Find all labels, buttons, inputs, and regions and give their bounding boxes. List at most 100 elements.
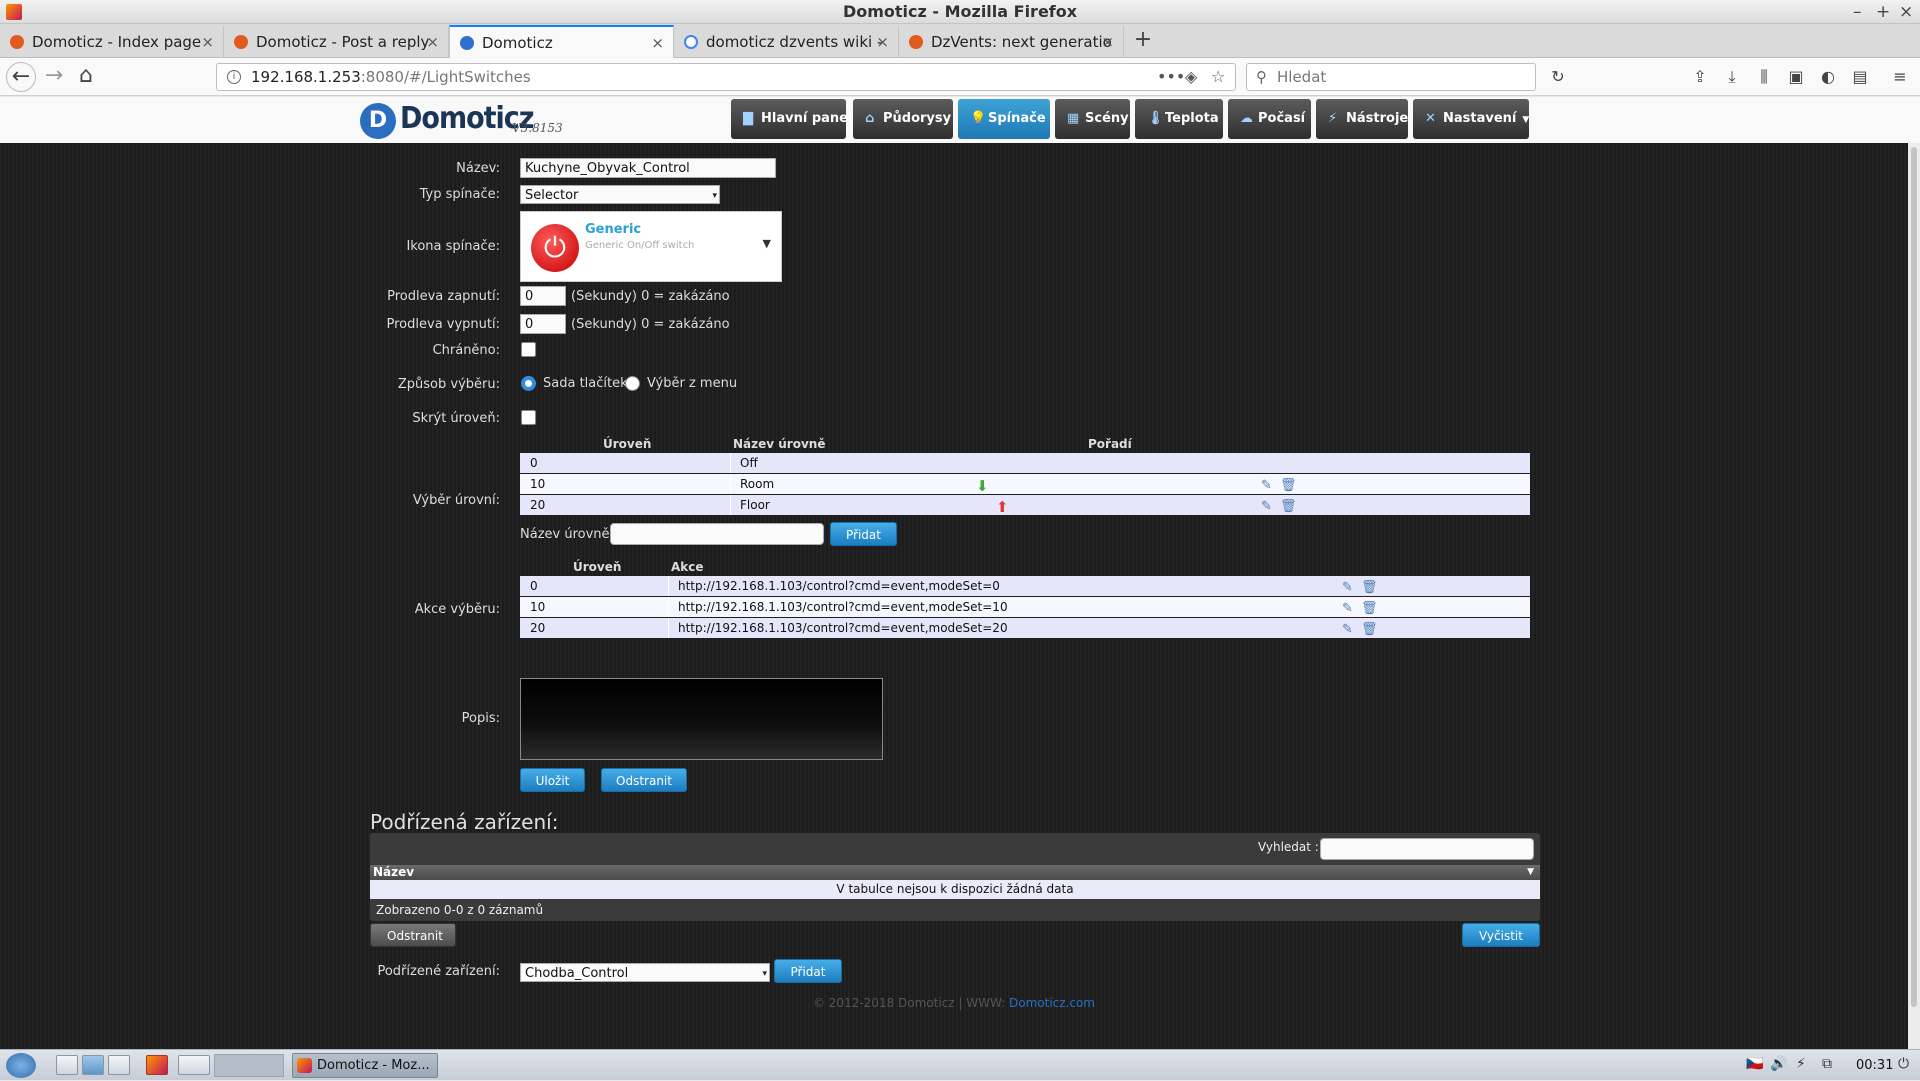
reload-icon[interactable]: ↻ <box>1545 63 1571 91</box>
switch-type-select[interactable]: Selector ▾ <box>520 185 720 204</box>
library-icon[interactable]: ⫼ <box>1751 63 1777 91</box>
add-subdevice-button[interactable]: Přidat <box>774 959 842 983</box>
footer-link[interactable]: Domoticz.com <box>1009 996 1095 1010</box>
trash-icon[interactable]: 🗑 <box>1361 620 1378 640</box>
scrollbar-thumb[interactable] <box>1911 147 1917 1007</box>
table-row[interactable]: 0 Off <box>520 453 1530 473</box>
pocket-icon[interactable]: ◈ <box>1185 64 1197 90</box>
minimize-button[interactable]: – <box>1853 0 1862 24</box>
domoticz-favicon-icon <box>10 35 24 49</box>
tab-domoticz-active[interactable]: Domoticz × <box>449 25 674 59</box>
maximize-button[interactable]: + <box>1876 0 1890 24</box>
window-titlebar: Domoticz - Mozilla Firefox – + × <box>0 0 1920 24</box>
window-icon[interactable] <box>108 1055 130 1075</box>
name-input[interactable]: Kuchyne_Obyvak_Control <box>520 158 776 178</box>
site-info-icon[interactable]: i <box>227 70 241 84</box>
new-tab-button[interactable]: + <box>1128 24 1158 58</box>
level-value: 0 <box>530 456 538 470</box>
hamburger-menu-icon[interactable]: ≡ <box>1887 63 1913 91</box>
addon-icon[interactable]: ▤ <box>1847 63 1873 91</box>
table-row[interactable]: 20 Floor ⬆ ✎ 🗑 <box>520 495 1530 517</box>
menu-settings[interactable]: ✕ Nastavení ▼ <box>1413 99 1529 139</box>
table-row[interactable]: 20 http://192.168.1.103/control?cmd=even… <box>520 618 1530 638</box>
page-scrollbar[interactable] <box>1908 143 1920 1049</box>
menu-dashboard[interactable]: ▇ Hlavní panel <box>731 99 852 139</box>
terminal-icon[interactable] <box>178 1055 210 1075</box>
move-up-arrow-icon[interactable]: ⬆ <box>996 497 1009 517</box>
shutdown-icon[interactable]: ⏻ <box>1898 1056 1909 1072</box>
level-name-input[interactable] <box>610 523 824 545</box>
tab-post-reply[interactable]: Domoticz - Post a reply × <box>224 26 449 58</box>
extension-icon[interactable]: ◐ <box>1815 63 1841 91</box>
edit-pencil-icon[interactable]: ✎ <box>1342 599 1353 619</box>
hide-level-checkbox[interactable] <box>521 410 536 425</box>
start-menu-icon[interactable] <box>6 1053 36 1078</box>
subdevice-select[interactable]: Chodba_Control ▾ <box>520 963 770 982</box>
subdevices-delete-button[interactable]: Odstranit <box>370 923 456 947</box>
tab-domoticz-index[interactable]: Domoticz - Index page × <box>0 26 224 58</box>
subdevices-search-input[interactable] <box>1320 838 1534 860</box>
subdevices-column-name[interactable]: Název ▼ <box>370 865 1540 880</box>
taskbar-firefox-task[interactable]: Domoticz - Moz... <box>292 1053 438 1078</box>
description-textarea[interactable] <box>520 678 883 760</box>
close-tab-icon[interactable]: × <box>1101 26 1114 58</box>
menu-temperature[interactable]: 🌡Teplota <box>1135 99 1223 139</box>
download-icon[interactable]: ⤓ <box>1719 63 1745 91</box>
search-input[interactable]: ⚲ Hledat <box>1246 63 1536 91</box>
trash-icon[interactable]: 🗑 <box>1280 476 1297 496</box>
close-tab-icon[interactable]: × <box>876 26 889 58</box>
select-mode-menu-radio[interactable] <box>625 376 640 391</box>
select-mode-buttons-radio[interactable] <box>521 376 536 391</box>
menu-weather[interactable]: ☁ Počasí <box>1228 99 1311 139</box>
protected-checkbox[interactable] <box>521 342 536 357</box>
edit-pencil-icon[interactable]: ✎ <box>1342 620 1353 640</box>
save-button[interactable]: Uložit <box>520 768 585 792</box>
tools-icon: ⚡ <box>1328 111 1338 126</box>
volume-icon[interactable]: 🔊 <box>1770 1056 1787 1072</box>
edit-pencil-icon[interactable]: ✎ <box>1261 476 1272 496</box>
trash-icon[interactable]: 🗑 <box>1280 497 1297 517</box>
table-row[interactable]: 10 http://192.168.1.103/control?cmd=even… <box>520 597 1530 617</box>
tab-label: Domoticz - Index page <box>32 33 202 51</box>
edit-pencil-icon[interactable]: ✎ <box>1342 578 1353 598</box>
action-url: http://192.168.1.103/control?cmd=event,m… <box>678 621 1008 635</box>
home-button[interactable]: ⌂ <box>72 63 100 91</box>
move-down-arrow-icon[interactable]: ⬇ <box>976 476 989 496</box>
delete-device-button[interactable]: Odstranit <box>601 768 687 792</box>
add-level-button[interactable]: Přidat <box>830 522 897 546</box>
page-actions-icon[interactable]: ••• <box>1157 64 1185 90</box>
back-button[interactable]: ← <box>6 62 36 92</box>
network-icon[interactable]: ⧉ <box>1822 1056 1832 1072</box>
table-row[interactable]: 10 Room ⬇ ✎ 🗑 <box>520 474 1530 496</box>
trash-icon[interactable]: 🗑 <box>1361 599 1378 619</box>
flag-czech-icon[interactable]: 🇨🇿 <box>1746 1056 1763 1072</box>
on-delay-input[interactable]: 0 <box>520 286 566 306</box>
close-tab-icon[interactable]: × <box>426 26 439 58</box>
switch-icon-select[interactable]: Generic Generic On/Off switch ▼ <box>520 211 782 282</box>
table-row[interactable]: 0 http://192.168.1.103/control?cmd=event… <box>520 576 1530 596</box>
close-tab-icon[interactable]: × <box>201 26 214 58</box>
trash-icon[interactable]: 🗑 <box>1361 578 1378 598</box>
sidebar-icon[interactable]: ▣ <box>1783 63 1809 91</box>
menu-utility[interactable]: ⚡ Nástroje <box>1316 99 1408 139</box>
bookmark-star-icon[interactable]: ☆ <box>1211 64 1225 90</box>
domoticz-logo-icon: D <box>360 103 396 139</box>
menu-switches[interactable]: 💡 Spínače <box>958 99 1050 139</box>
show-desktop-icon[interactable] <box>56 1055 78 1075</box>
edit-pencil-icon[interactable]: ✎ <box>1261 497 1272 517</box>
off-delay-input[interactable]: 0 <box>520 314 566 334</box>
reader-icon[interactable]: ⇪ <box>1687 63 1713 91</box>
power-indicator-icon[interactable]: ⚡ <box>1796 1056 1806 1072</box>
file-manager-icon[interactable] <box>82 1055 104 1075</box>
url-bar[interactable]: i 192.168.1.253:8080/#/LightSwitches •••… <box>216 63 1236 91</box>
close-tab-icon[interactable]: × <box>651 27 664 59</box>
close-window-button[interactable]: × <box>1899 0 1913 24</box>
clear-button[interactable]: Vyčistit <box>1462 923 1540 947</box>
forward-button[interactable]: → <box>40 63 68 91</box>
firefox-launcher-icon[interactable] <box>146 1055 168 1075</box>
workspace-switcher[interactable] <box>214 1054 284 1077</box>
menu-scenes[interactable]: ▦ Scény <box>1055 99 1130 139</box>
menu-floorplans[interactable]: ⌂ Půdorysy <box>853 99 953 139</box>
tab-dzvents-wiki[interactable]: domoticz dzvents wiki - × <box>674 26 899 58</box>
tab-dzvents-next[interactable]: DzVents: next generatio × <box>899 26 1124 58</box>
